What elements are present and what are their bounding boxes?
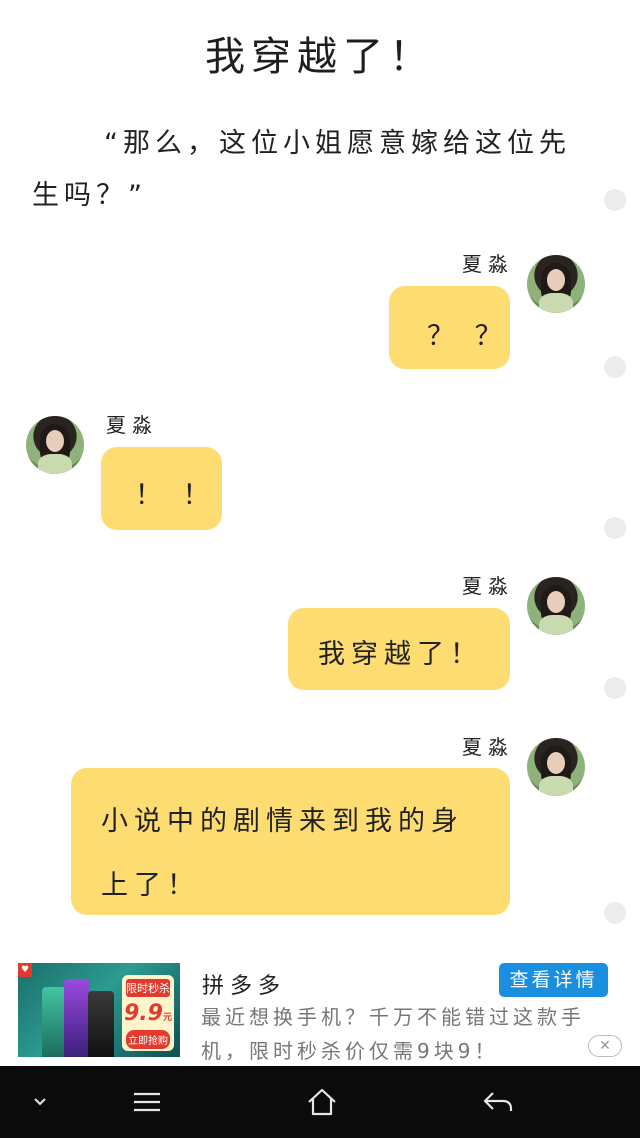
message-text: ！ ！ <box>135 480 216 511</box>
badge-buy-label: 立即抢购 <box>126 1030 170 1049</box>
ad-banner[interactable]: ♥ 限时秒杀 9.9元 立即抢购 拼多多 查看详情 最近想换手机？千万不能错过这… <box>0 950 640 1066</box>
ad-description: 最近想换手机？千万不能错过这款手机，限时秒杀价仅需9块9！ <box>201 1005 585 1063</box>
chevron-down-icon[interactable] <box>20 1066 60 1138</box>
badge-price: 9.9元 <box>124 1001 172 1026</box>
scroll-dot <box>604 902 626 924</box>
close-icon[interactable]: ✕ <box>588 1035 622 1057</box>
view-details-button[interactable]: 查看详情 <box>499 963 608 997</box>
back-icon[interactable] <box>473 1066 523 1138</box>
avatar[interactable] <box>527 255 585 313</box>
ad-image[interactable]: ♥ 限时秒杀 9.9元 立即抢购 <box>18 963 180 1057</box>
sender-name: 夏淼 <box>462 735 514 759</box>
menu-icon[interactable] <box>122 1066 172 1138</box>
ad-advertiser: 拼多多 <box>202 974 287 999</box>
phone-graphic <box>88 991 114 1057</box>
message-text: 小说中的剧情来到我的身 <box>101 806 464 837</box>
message-bubble[interactable]: ！ ！ <box>101 447 222 530</box>
sender-name: 夏淼 <box>106 413 158 437</box>
scroll-dot <box>604 517 626 539</box>
price-badge: 限时秒杀 9.9元 立即抢购 <box>122 975 174 1051</box>
message-bubble[interactable]: ？ ？ <box>389 286 510 369</box>
scroll-dot <box>604 189 626 211</box>
phone-graphic <box>64 979 90 1057</box>
system-navbar <box>0 1066 640 1138</box>
message-text: ？ ？ <box>427 321 508 352</box>
narration-text: “那么，这位小姐愿意嫁给这位先生吗？” <box>32 128 571 211</box>
scroll-dot <box>604 356 626 378</box>
scroll-dot <box>604 677 626 699</box>
message-bubble[interactable]: 我穿越了！ <box>288 608 510 690</box>
badge-top-label: 限时秒杀 <box>126 979 170 997</box>
home-icon[interactable] <box>297 1066 347 1138</box>
avatar[interactable] <box>527 738 585 796</box>
sender-name: 夏淼 <box>462 252 514 276</box>
ad-mark-icon: ♥ <box>18 963 32 977</box>
message-bubble[interactable]: 小说中的剧情来到我的身 上了！ <box>71 768 510 915</box>
chapter-title: 我穿越了！ <box>205 34 435 80</box>
sender-name: 夏淼 <box>462 574 514 598</box>
message-text: 我穿越了！ <box>318 639 483 670</box>
message-text: 上了！ <box>101 870 200 901</box>
avatar[interactable] <box>527 577 585 635</box>
avatar[interactable] <box>26 416 84 474</box>
